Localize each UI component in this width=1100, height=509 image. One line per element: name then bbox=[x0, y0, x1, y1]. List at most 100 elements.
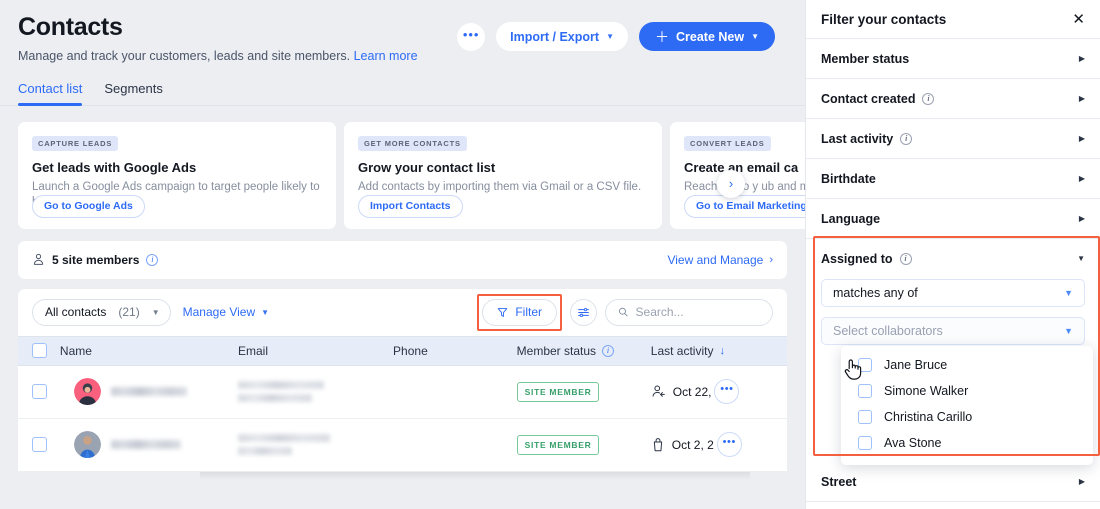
chevron-down-icon: ▼ bbox=[1077, 254, 1085, 263]
promo-card-grow-list: GET MORE CONTACTS Grow your contact list… bbox=[344, 121, 662, 229]
collaborator-option-simone-walker[interactable]: Simone Walker bbox=[841, 378, 1093, 404]
header-phone[interactable]: Phone bbox=[393, 335, 517, 366]
filter-row-label: Birthdate bbox=[821, 171, 876, 186]
contacts-list-card: All contacts (21) ▼ Manage View ▼ Filter… bbox=[18, 288, 787, 480]
column-settings-button[interactable] bbox=[570, 298, 597, 326]
promo-cards: CAPTURE LEADS Get leads with Google Ads … bbox=[0, 121, 805, 229]
view-selector[interactable]: All contacts (21) ▼ bbox=[32, 298, 171, 326]
collaborator-checkbox[interactable] bbox=[858, 436, 872, 450]
filter-row-language[interactable]: Language ▶ bbox=[806, 199, 1100, 239]
import-export-button[interactable]: Import / Export ▼ bbox=[496, 22, 628, 51]
header-member-status[interactable]: Member status i bbox=[516, 335, 651, 366]
collaborator-checkbox[interactable] bbox=[858, 358, 872, 372]
table-header-row: Name Email Phone Member status i Last ac… bbox=[18, 335, 787, 366]
search-input[interactable] bbox=[635, 305, 760, 319]
manage-view-button[interactable]: Manage View ▼ bbox=[183, 305, 269, 319]
tab-segments-label: Segments bbox=[104, 80, 163, 96]
filter-icon bbox=[498, 307, 508, 317]
header-last-activity[interactable]: Last activity ↓ bbox=[650, 335, 787, 366]
main-content: Contacts Manage and track your customers… bbox=[0, 0, 805, 509]
filter-row-label: Member status bbox=[821, 51, 910, 66]
filter-row-contact-created[interactable]: Contact created i ▶ bbox=[806, 79, 1100, 119]
promo-tag: CAPTURE LEADS bbox=[32, 135, 119, 151]
chevron-down-icon: ▼ bbox=[261, 307, 270, 317]
more-options-button[interactable]: ••• bbox=[457, 22, 486, 51]
chevron-right-icon: ▶ bbox=[1078, 54, 1085, 63]
view-selector-label: All contacts bbox=[45, 305, 107, 319]
collaborators-select[interactable]: Select collaborators ▼ bbox=[821, 317, 1085, 345]
collaborator-option-jane-bruce[interactable]: Jane Bruce bbox=[841, 352, 1093, 378]
status-badge: SITE MEMBER bbox=[516, 434, 600, 455]
info-icon[interactable]: i bbox=[602, 344, 615, 357]
row-name-cell bbox=[59, 365, 238, 419]
row-name-cell bbox=[59, 418, 238, 472]
row-checkbox[interactable] bbox=[32, 437, 47, 452]
row-email-cell bbox=[238, 365, 394, 419]
select-all-checkbox[interactable] bbox=[32, 343, 47, 358]
create-new-button[interactable]: ＋ Create New ▼ bbox=[638, 22, 775, 51]
promo-card-google-ads: CAPTURE LEADS Get leads with Google Ads … bbox=[18, 121, 336, 229]
contacts-table-body: SITE MEMBER Oct 22, ••• SITE MEMBER Oct … bbox=[18, 365, 787, 472]
import-contacts-button[interactable]: Import Contacts bbox=[358, 194, 463, 218]
row-actions-button[interactable]: ••• bbox=[716, 432, 742, 457]
chevron-down-icon: ▼ bbox=[151, 307, 160, 317]
header-name-label: Name bbox=[59, 343, 92, 358]
site-members-count: 5 site members bbox=[52, 252, 140, 267]
tab-segments[interactable]: Segments bbox=[104, 81, 163, 106]
collaborator-label: Simone Walker bbox=[884, 384, 969, 398]
filter-row-label: Language bbox=[821, 211, 881, 226]
bag-icon bbox=[653, 438, 662, 452]
row-status-cell: SITE MEMBER bbox=[516, 418, 651, 472]
collaborator-option-ava-stone[interactable]: Ava Stone bbox=[841, 430, 1093, 456]
filter-row-label: Street bbox=[821, 474, 857, 489]
header-email[interactable]: Email bbox=[238, 335, 394, 366]
collaborator-label: Christina Carillo bbox=[884, 410, 973, 424]
collaborator-checkbox[interactable] bbox=[858, 410, 872, 424]
tab-contact-list[interactable]: Contact list bbox=[18, 81, 83, 106]
row-phone-cell bbox=[393, 365, 517, 419]
info-icon[interactable]: i bbox=[146, 253, 159, 266]
header-name[interactable]: Name bbox=[59, 335, 238, 366]
filter-group-assigned-to: Assigned to i ▼ matches any of ▼ Select … bbox=[806, 239, 1100, 345]
go-to-google-ads-button[interactable]: Go to Google Ads bbox=[32, 194, 145, 218]
collaborator-option-christina-carillo[interactable]: Christina Carillo bbox=[841, 404, 1093, 430]
row-checkbox[interactable] bbox=[32, 384, 47, 399]
filter-button[interactable]: Filter bbox=[482, 298, 557, 326]
import-export-label: Import / Export bbox=[510, 29, 600, 44]
filter-row-last-activity[interactable]: Last activity i ▶ bbox=[806, 119, 1100, 159]
info-icon[interactable]: i bbox=[899, 252, 912, 265]
info-icon[interactable]: i bbox=[922, 92, 935, 105]
table-row[interactable]: SITE MEMBER Oct 22, ••• bbox=[18, 365, 787, 419]
filter-row-assigned-to[interactable]: Assigned to i ▼ bbox=[806, 239, 1100, 279]
view-and-manage-link[interactable]: View and Manage › bbox=[667, 253, 773, 267]
row-name-value bbox=[110, 440, 181, 449]
header-phone-label: Phone bbox=[393, 343, 428, 358]
filter-row-birthdate[interactable]: Birthdate ▶ bbox=[806, 159, 1100, 199]
table-row[interactable]: SITE MEMBER Oct 2, 2 ••• bbox=[18, 418, 787, 472]
go-to-email-marketing-button[interactable]: Go to Email Marketing bbox=[684, 194, 805, 218]
filter-row-member-status[interactable]: Member status ▶ bbox=[806, 39, 1100, 79]
info-icon[interactable]: i bbox=[900, 132, 913, 145]
assigned-condition-value: matches any of bbox=[833, 286, 918, 300]
view-and-manage-label: View and Manage bbox=[667, 252, 764, 267]
carousel-next-icon[interactable]: › bbox=[717, 169, 745, 198]
chevron-right-icon: ▶ bbox=[1078, 214, 1085, 223]
filter-row-label: Contact created bbox=[821, 91, 916, 106]
filter-row-street[interactable]: Street ▶ bbox=[806, 462, 1100, 502]
assigned-condition-select[interactable]: matches any of ▼ bbox=[821, 279, 1085, 307]
close-icon[interactable]: ✕ bbox=[1072, 12, 1085, 27]
filter-highlight: Filter bbox=[477, 293, 562, 331]
chevron-right-icon: ▶ bbox=[1078, 477, 1085, 486]
learn-more-link[interactable]: Learn more bbox=[354, 49, 418, 63]
collaborators-placeholder: Select collaborators bbox=[833, 324, 943, 338]
filter-row-label: Assigned to bbox=[821, 251, 893, 266]
header-select-all bbox=[18, 335, 60, 366]
row-actions-button[interactable]: ••• bbox=[714, 379, 740, 404]
row-activity-cell: Oct 2, 2 ••• bbox=[650, 418, 787, 472]
collaborator-checkbox[interactable] bbox=[858, 384, 872, 398]
search-box[interactable] bbox=[605, 298, 773, 326]
page-subtitle-text: Manage and track your customers, leads a… bbox=[18, 48, 351, 63]
filter-panel-title: Filter your contacts bbox=[821, 11, 947, 27]
promo-tag: CONVERT LEADS bbox=[684, 135, 771, 151]
contacts-page: Contacts Manage and track your customers… bbox=[0, 0, 1100, 509]
